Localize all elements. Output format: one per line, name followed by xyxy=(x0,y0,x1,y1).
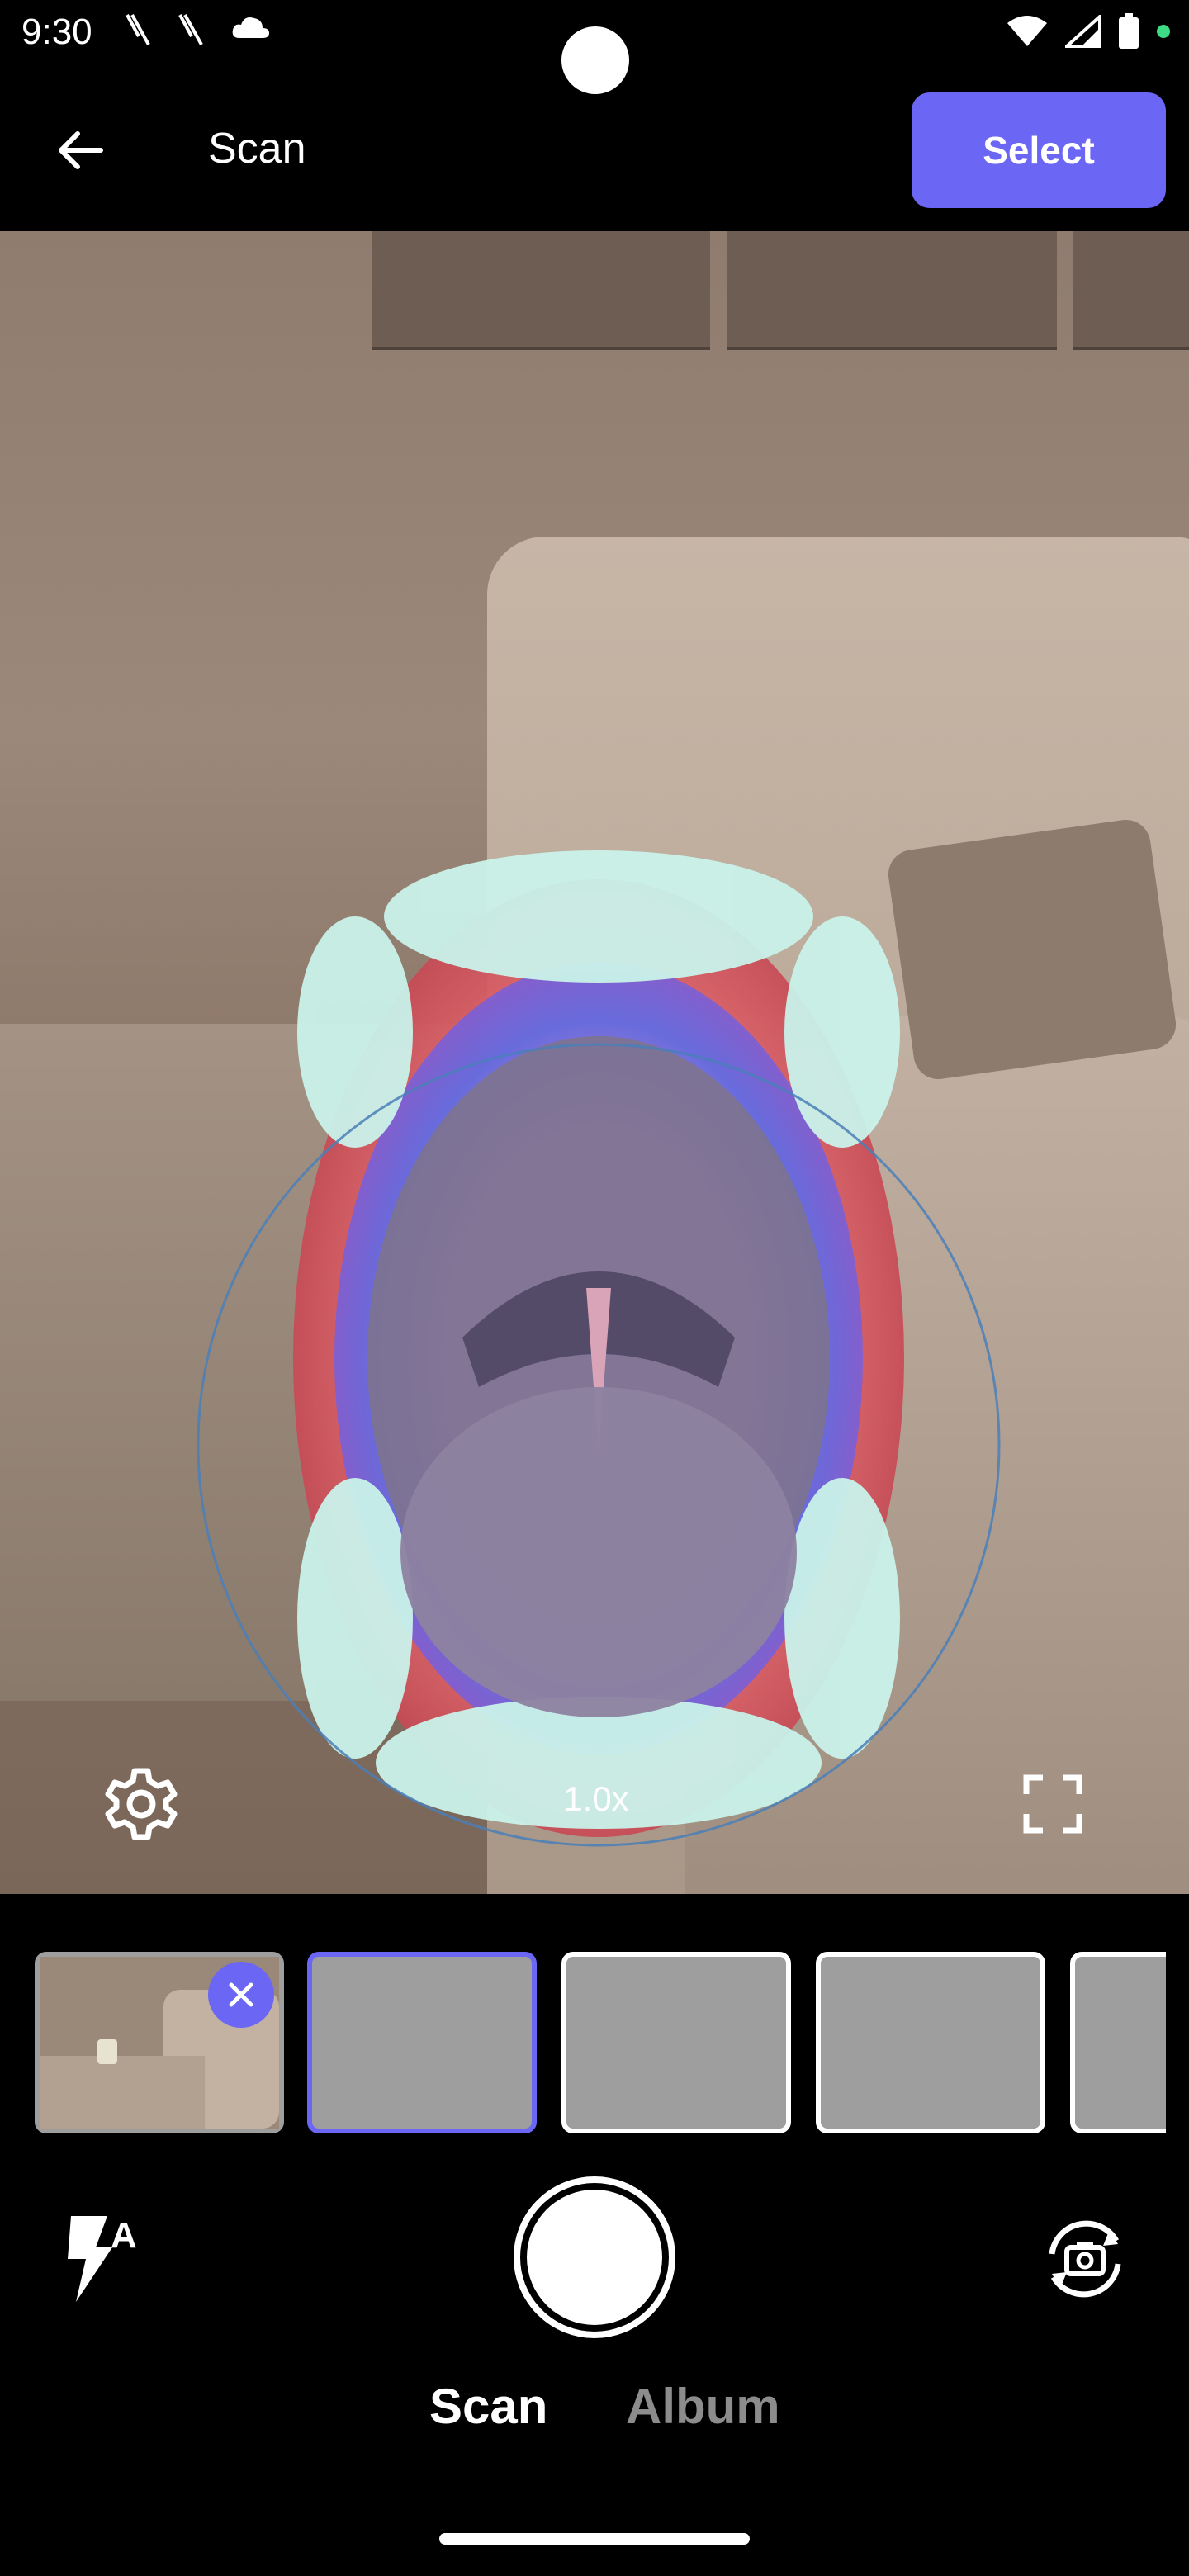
wall-panel xyxy=(1073,231,1189,350)
mode-tabs: Scan Album xyxy=(0,2378,1189,2452)
thumbnail-slot-active[interactable] xyxy=(307,1952,537,2133)
home-indicator[interactable] xyxy=(439,2533,750,2545)
camera-viewfinder[interactable]: 1.0x xyxy=(0,231,1189,1894)
remove-thumbnail-button[interactable] xyxy=(208,1962,274,2028)
gear-icon xyxy=(105,1768,178,1840)
fullscreen-button[interactable] xyxy=(1007,1759,1098,1849)
arrow-back-icon xyxy=(59,131,103,169)
thumbnail-captured[interactable] xyxy=(35,1952,284,2133)
thumbnail-slot[interactable] xyxy=(816,1952,1045,2133)
tab-album[interactable]: Album xyxy=(626,2378,780,2435)
flip-camera-icon xyxy=(1049,2220,1121,2298)
fullscreen-icon xyxy=(1023,1774,1082,1834)
shutter-button[interactable] xyxy=(514,2176,675,2338)
back-button[interactable] xyxy=(46,116,116,185)
missed-call-icon xyxy=(126,14,150,45)
app-bar: Scan Select xyxy=(0,69,1189,231)
privacy-dot-icon xyxy=(1157,25,1170,38)
status-time: 9:30 xyxy=(21,12,92,52)
svg-text:A: A xyxy=(111,2215,137,2256)
select-button[interactable]: Select xyxy=(912,92,1166,208)
cloud-icon xyxy=(232,17,269,38)
shutter-inner xyxy=(527,2190,662,2325)
battery-icon xyxy=(1119,13,1139,49)
settings-button[interactable] xyxy=(96,1759,187,1849)
zoom-level[interactable]: 1.0x xyxy=(555,1779,637,1819)
mouth-guide-overlay xyxy=(197,850,1001,1847)
wall-panel xyxy=(727,231,1057,350)
wall-panel xyxy=(372,231,710,350)
flip-camera-button[interactable] xyxy=(1035,2209,1135,2308)
wifi-icon xyxy=(1007,16,1047,46)
tab-scan[interactable]: Scan xyxy=(429,2378,547,2435)
captured-thumbnails xyxy=(0,1952,1166,2137)
flash-auto-button[interactable]: A xyxy=(59,2209,159,2308)
thumbnail-slot[interactable] xyxy=(1070,1952,1166,2133)
flash-auto-icon: A xyxy=(68,2215,137,2302)
thumbnail-slot[interactable] xyxy=(561,1952,791,2133)
status-bar: 9:30 xyxy=(0,0,1189,94)
system-icons xyxy=(1006,13,1171,50)
page-title: Scan xyxy=(208,125,306,173)
missed-call-icon xyxy=(178,14,203,45)
close-icon xyxy=(229,1982,253,2007)
notification-icons xyxy=(124,12,271,50)
signal-icon xyxy=(1065,15,1101,48)
